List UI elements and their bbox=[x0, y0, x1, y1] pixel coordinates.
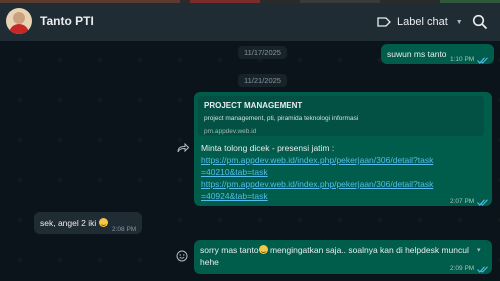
grinning-sweat-emoji bbox=[98, 218, 108, 227]
avatar-face bbox=[13, 12, 25, 24]
forward-icon[interactable] bbox=[177, 143, 189, 153]
message-link[interactable]: https://pm.appdev.web.id/index.php/peker… bbox=[201, 179, 433, 201]
search-icon[interactable] bbox=[472, 14, 488, 30]
message-text: sorry mas tanto mengingatkan saja.. soal… bbox=[200, 245, 469, 267]
double-check-icon bbox=[477, 56, 489, 64]
message-bubble-outgoing[interactable]: suwun ms tanto 1:10 PM bbox=[381, 44, 494, 64]
message-intro: Minta tolong dicek - presensi jatim : bbox=[201, 143, 335, 153]
date-separator: 11/17/2025 bbox=[238, 46, 287, 59]
avatar-body bbox=[9, 24, 29, 34]
wink-emoji bbox=[258, 245, 268, 254]
link-preview-title: PROJECT MANAGEMENT bbox=[204, 101, 303, 110]
date-separator: 11/21/2025 bbox=[238, 74, 287, 87]
message-time: 1:10 PM bbox=[450, 56, 475, 63]
emoji-reaction-icon[interactable] bbox=[176, 250, 188, 262]
message-time: 2:08 PM bbox=[112, 226, 137, 233]
message-link[interactable]: https://pm.appdev.web.id/index.php/peker… bbox=[201, 155, 433, 177]
contact-name[interactable]: Tanto PTI bbox=[40, 14, 94, 28]
double-check-icon bbox=[477, 265, 489, 273]
message-time: 2:09 PM bbox=[450, 265, 475, 272]
message-text: Minta tolong dicek - presensi jatim : ht… bbox=[201, 142, 437, 202]
link-preview-url: pm.appdev.web.id bbox=[204, 128, 257, 135]
caret-down-icon: ▼ bbox=[455, 18, 463, 26]
message-meta: 2:09 PM bbox=[450, 263, 489, 275]
avatar[interactable] bbox=[6, 8, 32, 34]
message-meta: 2:07 PM bbox=[450, 196, 489, 208]
message-meta: 1:10 PM bbox=[450, 54, 489, 66]
message-menu-chevron-icon[interactable]: ▾ bbox=[477, 245, 481, 257]
message-text: sek, angel 2 iki bbox=[40, 217, 108, 229]
label-chat-text: Label chat bbox=[397, 16, 448, 28]
message-text: suwun ms tanto bbox=[387, 49, 447, 59]
message-bubble-incoming[interactable]: sek, angel 2 iki 2:08 PM bbox=[34, 212, 142, 234]
message-bubble-outgoing[interactable]: PROJECT MANAGEMENT project management, p… bbox=[194, 92, 492, 206]
label-icon bbox=[377, 17, 391, 27]
message-meta: 2:08 PM bbox=[112, 224, 136, 236]
message-bubble-outgoing[interactable]: sorry mas tanto mengingatkan saja.. soal… bbox=[194, 240, 492, 274]
link-preview-description: project management, pti, piramida teknol… bbox=[204, 115, 359, 122]
message-time: 2:07 PM bbox=[450, 198, 475, 205]
double-check-icon bbox=[477, 198, 489, 206]
label-chat-button[interactable]: Label chat ▼ bbox=[377, 11, 467, 33]
chat-header[interactable]: Tanto PTI Label chat ▼ bbox=[0, 3, 500, 41]
link-preview-card[interactable]: PROJECT MANAGEMENT project management, p… bbox=[198, 96, 484, 136]
